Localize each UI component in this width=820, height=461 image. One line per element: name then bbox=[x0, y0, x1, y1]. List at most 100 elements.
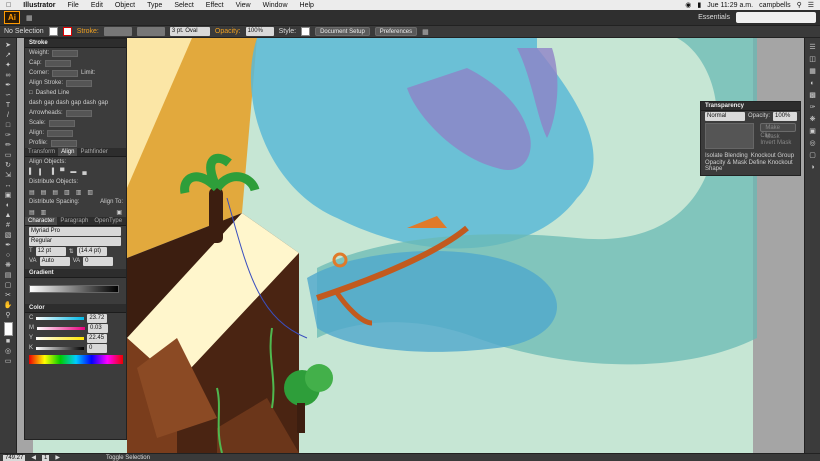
battery-icon[interactable]: ▮ bbox=[697, 1, 701, 9]
zoom-tool-icon[interactable]: ⚲ bbox=[3, 312, 14, 320]
transparency-panel-header[interactable]: Transparency bbox=[701, 102, 800, 111]
leading-input[interactable]: (14.4 pt) bbox=[76, 246, 107, 256]
graphic-style-swatch[interactable] bbox=[301, 27, 311, 36]
artboard-number-field[interactable]: 1 bbox=[41, 454, 50, 461]
align-bottom-icon[interactable]: ▄ bbox=[82, 169, 86, 175]
align-vcenter-icon[interactable]: ▬ bbox=[70, 169, 76, 175]
notifications-icon[interactable]: ☰ bbox=[808, 1, 814, 9]
color-y-slider[interactable] bbox=[36, 336, 85, 340]
opacity-field[interactable]: 100% bbox=[245, 27, 274, 36]
tracking-input[interactable]: 0 bbox=[83, 256, 114, 266]
apple-menu-icon[interactable]:  bbox=[0, 2, 17, 9]
transp-opacity-input[interactable]: 100% bbox=[773, 111, 798, 121]
dist-space-v-icon[interactable]: ▤ bbox=[29, 209, 35, 216]
kerning-input[interactable]: Auto bbox=[39, 256, 70, 266]
color-spectrum[interactable] bbox=[29, 354, 123, 364]
blend-mode-select[interactable]: Normal bbox=[705, 111, 745, 121]
column-graph-tool-icon[interactable]: ▤ bbox=[3, 272, 14, 280]
stroke-panel-header[interactable]: Stroke bbox=[25, 39, 126, 48]
align-top-icon[interactable]: ▀ bbox=[60, 169, 64, 175]
artboard-prev-icon[interactable]: ◀ bbox=[31, 454, 36, 461]
dist-space-h-icon[interactable]: ▥ bbox=[41, 209, 47, 216]
menu-select[interactable]: Select bbox=[168, 2, 199, 9]
appearance-icon[interactable]: ◎ bbox=[807, 140, 818, 148]
fill-swatch[interactable] bbox=[48, 27, 58, 36]
align-left-icon[interactable]: ▌ bbox=[29, 169, 33, 175]
align-to-select-icon[interactable]: ▣ bbox=[116, 209, 126, 216]
transparency-icon[interactable]: ◑ bbox=[807, 164, 818, 172]
artboard-canvas[interactable] bbox=[17, 38, 804, 453]
zoom-field[interactable]: 749.27 bbox=[3, 454, 26, 461]
color-c-input[interactable]: 23.72 bbox=[87, 313, 108, 323]
make-mask-button[interactable]: Make Mask bbox=[760, 123, 796, 140]
slice-tool-icon[interactable]: ✂ bbox=[3, 292, 14, 300]
invert-mask-checkbox[interactable]: Invert Mask bbox=[760, 140, 796, 146]
align-right-icon[interactable]: ▐ bbox=[50, 169, 54, 175]
dist-top-icon[interactable]: ▤ bbox=[29, 189, 35, 196]
eraser-tool-icon[interactable]: ▭ bbox=[3, 152, 14, 160]
color-c-slider[interactable] bbox=[36, 316, 85, 320]
stroke-cap-buttons[interactable] bbox=[44, 59, 71, 67]
tab-paragraph[interactable]: Paragraph bbox=[57, 217, 91, 225]
eyedropper-tool-icon[interactable]: ✒ bbox=[3, 242, 14, 250]
brush-field[interactable]: 3 pt. Oval bbox=[169, 27, 210, 36]
mesh-tool-icon[interactable]: # bbox=[3, 222, 14, 230]
curvature-tool-icon[interactable]: ∽ bbox=[3, 92, 14, 100]
menu-window[interactable]: Window bbox=[257, 2, 294, 9]
preferences-button[interactable]: Preferences bbox=[374, 27, 418, 36]
dist-left-icon[interactable]: ▥ bbox=[64, 189, 70, 196]
dist-vcenter-icon[interactable]: ▤ bbox=[41, 189, 47, 196]
dist-bottom-icon[interactable]: ▤ bbox=[52, 189, 58, 196]
font-style-select[interactable]: Regular bbox=[29, 236, 121, 246]
workspace-grid-icon[interactable]: ▦ bbox=[26, 14, 33, 22]
menu-effect[interactable]: Effect bbox=[200, 2, 230, 9]
font-size-input[interactable]: 12 pt bbox=[35, 246, 66, 256]
gradient-panel-header[interactable]: Gradient bbox=[25, 269, 126, 278]
type-tool-icon[interactable]: T bbox=[3, 102, 14, 110]
graphic-styles-icon[interactable]: ▣ bbox=[807, 128, 818, 136]
stroke-corner-buttons[interactable] bbox=[52, 69, 79, 77]
stroke-label[interactable]: Stroke: bbox=[77, 28, 99, 35]
menu-view[interactable]: View bbox=[230, 2, 257, 9]
arrange-icon[interactable]: ▦ bbox=[422, 28, 429, 36]
symbol-sprayer-tool-icon[interactable]: ❋ bbox=[3, 262, 14, 270]
tab-opentype[interactable]: OpenType bbox=[91, 217, 125, 225]
color-m-slider[interactable] bbox=[37, 326, 85, 330]
dashed-line-checkbox[interactable]: □ bbox=[29, 90, 33, 96]
variable-width-field[interactable] bbox=[136, 27, 165, 36]
swatches-icon[interactable]: ▩ bbox=[807, 92, 818, 100]
width-tool-icon[interactable]: ↔ bbox=[3, 182, 14, 190]
color-mode-icon[interactable]: ■ bbox=[3, 338, 14, 346]
tab-pathfinder[interactable]: Pathfinder bbox=[77, 148, 110, 156]
color-k-slider[interactable] bbox=[36, 346, 85, 350]
artboard-tool-icon[interactable]: ▢ bbox=[3, 282, 14, 290]
color-y-input[interactable]: 22.45 bbox=[87, 333, 108, 343]
color-k-input[interactable]: 0 bbox=[87, 343, 108, 353]
spotlight-icon[interactable]: ⚲ bbox=[797, 1, 802, 9]
stroke-swatch[interactable] bbox=[62, 27, 72, 36]
wifi-icon[interactable]: ◉ bbox=[685, 1, 691, 9]
menu-edit[interactable]: Edit bbox=[85, 2, 109, 9]
hand-tool-icon[interactable]: ✋ bbox=[3, 302, 14, 310]
stroke-weight-input[interactable] bbox=[52, 49, 79, 57]
gradient-swatch[interactable] bbox=[29, 285, 119, 293]
scale-tool-icon[interactable]: ⇲ bbox=[3, 172, 14, 180]
color-panel-header[interactable]: Color bbox=[25, 304, 126, 313]
paintbrush-tool-icon[interactable]: ✑ bbox=[3, 132, 14, 140]
document-setup-button[interactable]: Document Setup bbox=[315, 27, 370, 36]
direct-selection-tool-icon[interactable]: ↗ bbox=[3, 52, 14, 60]
dist-hcenter-icon[interactable]: ▥ bbox=[76, 189, 82, 196]
lasso-tool-icon[interactable]: ∞ bbox=[3, 72, 14, 80]
clock[interactable]: Jue 11:29 a.m. bbox=[707, 2, 753, 9]
arrow-align-buttons[interactable] bbox=[47, 129, 74, 137]
menu-help[interactable]: Help bbox=[294, 2, 320, 9]
user-name[interactable]: campbells bbox=[759, 2, 791, 9]
gradient-tool-icon[interactable]: ▧ bbox=[3, 232, 14, 240]
workspace-switcher[interactable]: Essentials bbox=[698, 14, 730, 21]
layers-icon[interactable]: ◫ bbox=[807, 56, 818, 64]
magic-wand-tool-icon[interactable]: ✦ bbox=[3, 62, 14, 70]
blend-tool-icon[interactable]: ○ bbox=[3, 252, 14, 260]
brushes-icon[interactable]: ✑ bbox=[807, 104, 818, 112]
color-guide-icon[interactable]: ◐ bbox=[807, 80, 818, 88]
opacity-label[interactable]: Opacity: bbox=[215, 28, 241, 35]
